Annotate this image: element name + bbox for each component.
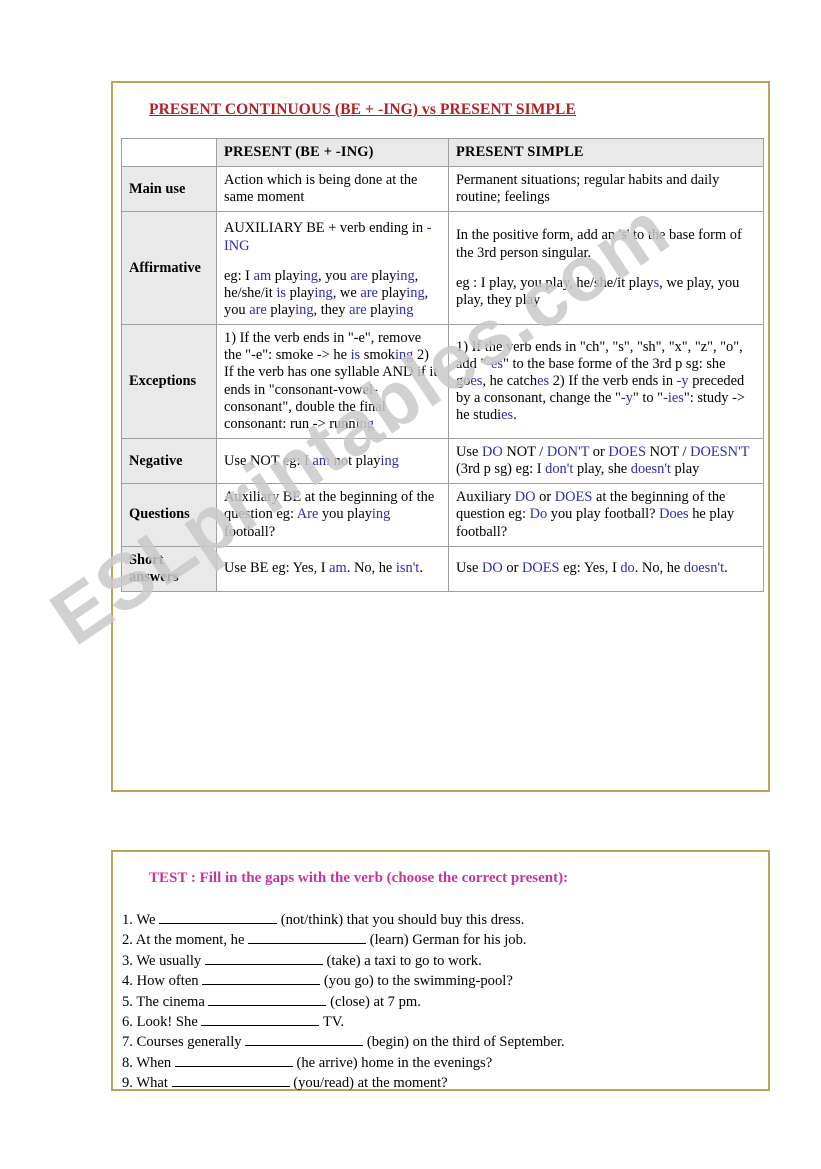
test-question: 1. We (not/think) that you should buy th…	[122, 910, 762, 930]
cell-negative-simple: Use DO NOT / DON'T or DOES NOT / DOESN'T…	[448, 437, 764, 485]
question-text-before-gap: When	[136, 1054, 175, 1071]
question-number: 7.	[122, 1034, 137, 1051]
question-number: 5.	[122, 993, 137, 1010]
question-number: 8.	[122, 1054, 137, 1071]
table-row: Main use Action which is being done at t…	[121, 166, 764, 213]
question-text-after-gap: (learn) German for his job.	[366, 932, 527, 949]
question-number: 6.	[122, 1014, 137, 1031]
question-number: 2.	[122, 932, 136, 949]
grammar-table: PRESENT (BE + -ING) PRESENT SIMPLE Main …	[121, 137, 764, 592]
answer-blank[interactable]	[171, 1073, 290, 1088]
table-row: Questions Auxiliary BE at the beginning …	[121, 483, 764, 547]
test-question: 3. We usually (take) a taxi to go to wor…	[122, 951, 762, 971]
short-answers-continuous-rule: Use BE	[224, 560, 269, 577]
test-question: 9. What (you/read) at the moment?	[122, 1073, 762, 1093]
answer-blank[interactable]	[245, 1032, 364, 1047]
row-label-short-answers: Short answers	[121, 545, 217, 592]
answer-blank[interactable]	[159, 910, 278, 924]
test-panel: TEST : Fill in the gaps with the verb (c…	[111, 850, 770, 1091]
question-text-after-gap: (he arrive) home in the evenings?	[292, 1054, 493, 1071]
page-title: PRESENT CONTINUOUS (BE + -ING) vs PRESEN…	[149, 101, 576, 118]
row-label-exceptions: Exceptions	[121, 324, 217, 439]
question-number: 3.	[122, 952, 137, 969]
cell-short-answers-continuous: Use BE eg: Yes, I am. No, he isn't.	[216, 545, 449, 592]
question-text-after-gap: (begin) on the third of September.	[363, 1034, 565, 1051]
cell-exceptions-simple: 1) If the verb ends in "ch", "s", "sh", …	[448, 324, 764, 439]
short-answers-simple-example: eg: Yes, I do. No, he doesn't.	[563, 560, 728, 577]
answer-blank[interactable]	[201, 1012, 320, 1027]
row-label-negative: Negative	[121, 437, 217, 485]
affirmative-simple-example: eg : I play, you play, he/she/it plays, …	[456, 274, 740, 308]
negative-continuous-rule: Use NOT	[224, 452, 280, 469]
short-answers-continuous-example: eg: Yes, I am. No, he isn't.	[271, 560, 423, 577]
answer-blank[interactable]	[174, 1053, 293, 1067]
affirmative-continuous-rule: AUXILIARY BE + verb ending in -ING	[224, 220, 432, 254]
table-row: Affirmative AUXILIARY BE + verb ending i…	[121, 211, 764, 326]
cell-questions-continuous: Auxiliary BE at the beginning of the que…	[216, 483, 449, 547]
cell-exceptions-continuous: 1) If the verb ends in "-e", remove the …	[216, 324, 449, 439]
short-answers-simple-rule: Use DO or DOES	[456, 560, 560, 577]
table-row: Short answers Use BE eg: Yes, I am. No, …	[121, 545, 764, 592]
test-question: 4. How often (you go) to the swimming-po…	[122, 971, 762, 991]
question-text-before-gap: At the moment, he	[135, 932, 249, 949]
row-label-affirmative: Affirmative	[121, 211, 217, 326]
question-text-before-gap: How often	[136, 973, 203, 990]
test-question: 5. The cinema (close) at 7 pm.	[122, 992, 762, 1012]
question-text-before-gap: The cinema	[136, 993, 209, 1010]
cell-affirmative-continuous: AUXILIARY BE + verb ending in -ING eg: I…	[216, 211, 449, 326]
cell-main-use-continuous: Action which is being done at the same m…	[216, 166, 449, 213]
answer-blank[interactable]	[204, 951, 323, 965]
question-text-before-gap: We	[136, 912, 160, 928]
test-heading: TEST : Fill in the gaps with the verb (c…	[149, 870, 569, 886]
question-number: 1.	[122, 912, 137, 928]
question-text-after-gap: (not/think) that you should buy this dre…	[277, 912, 525, 928]
cell-affirmative-simple: In the positive form, add an 's' to the …	[448, 211, 764, 326]
affirmative-simple-rule: In the positive form, add an 's' to the …	[456, 227, 742, 261]
question-text-before-gap: Look! She	[136, 1014, 202, 1031]
question-text-after-gap: (close) at 7 pm.	[326, 993, 421, 1010]
cell-questions-simple: Auxiliary DO or DOES at the beginning of…	[448, 483, 764, 547]
header-present-continuous: PRESENT (BE + -ING)	[216, 137, 449, 168]
table-header-row: PRESENT (BE + -ING) PRESENT SIMPLE	[121, 137, 764, 168]
grammar-panel: PRESENT CONTINUOUS (BE + -ING) vs PRESEN…	[111, 81, 770, 792]
question-text-before-gap: What	[136, 1075, 172, 1092]
answer-blank[interactable]	[248, 930, 367, 945]
test-question: 6. Look! She TV.	[122, 1012, 762, 1032]
test-question: 7. Courses generally (begin) on the thir…	[122, 1032, 762, 1052]
exceptions-continuous-rule-1: 1) If the verb ends in "-e", remove the …	[224, 330, 422, 364]
negative-simple-example: eg: I don't play, she doesn't play	[515, 461, 700, 478]
question-text-before-gap: Courses generally	[136, 1034, 246, 1051]
question-text-before-gap: We usually	[136, 952, 205, 969]
question-text-after-gap: (you go) to the swimming-pool?	[320, 973, 513, 990]
table-row: Exceptions 1) If the verb ends in "-e", …	[121, 324, 764, 439]
table-row: Negative Use NOT eg: I am not playing Us…	[121, 437, 764, 485]
cell-short-answers-simple: Use DO or DOES eg: Yes, I do. No, he doe…	[448, 545, 764, 592]
question-text-after-gap: (you/read) at the moment?	[289, 1075, 448, 1092]
test-question: 2. At the moment, he (learn) German for …	[122, 930, 762, 950]
row-label-main-use: Main use	[121, 166, 217, 213]
question-text-after-gap: (take) a taxi to go to work.	[322, 952, 482, 969]
header-blank-cell	[121, 137, 217, 168]
cell-main-use-simple: Permanent situations; regular habits and…	[448, 166, 764, 213]
question-text-after-gap: TV.	[319, 1014, 345, 1031]
header-present-simple: PRESENT SIMPLE	[448, 137, 764, 168]
question-number: 4.	[122, 973, 137, 990]
negative-continuous-example: eg: I am not playing	[282, 452, 399, 469]
question-number: 9.	[122, 1075, 137, 1092]
cell-negative-continuous: Use NOT eg: I am not playing	[216, 437, 449, 485]
answer-blank[interactable]	[208, 992, 327, 1006]
test-question-list: 1. We (not/think) that you should buy th…	[122, 910, 762, 1094]
test-question: 8. When (he arrive) home in the evenings…	[122, 1053, 762, 1073]
affirmative-continuous-example: eg: I am playing, you are playing, he/sh…	[224, 267, 429, 318]
answer-blank[interactable]	[202, 971, 321, 986]
row-label-questions: Questions	[121, 483, 217, 547]
